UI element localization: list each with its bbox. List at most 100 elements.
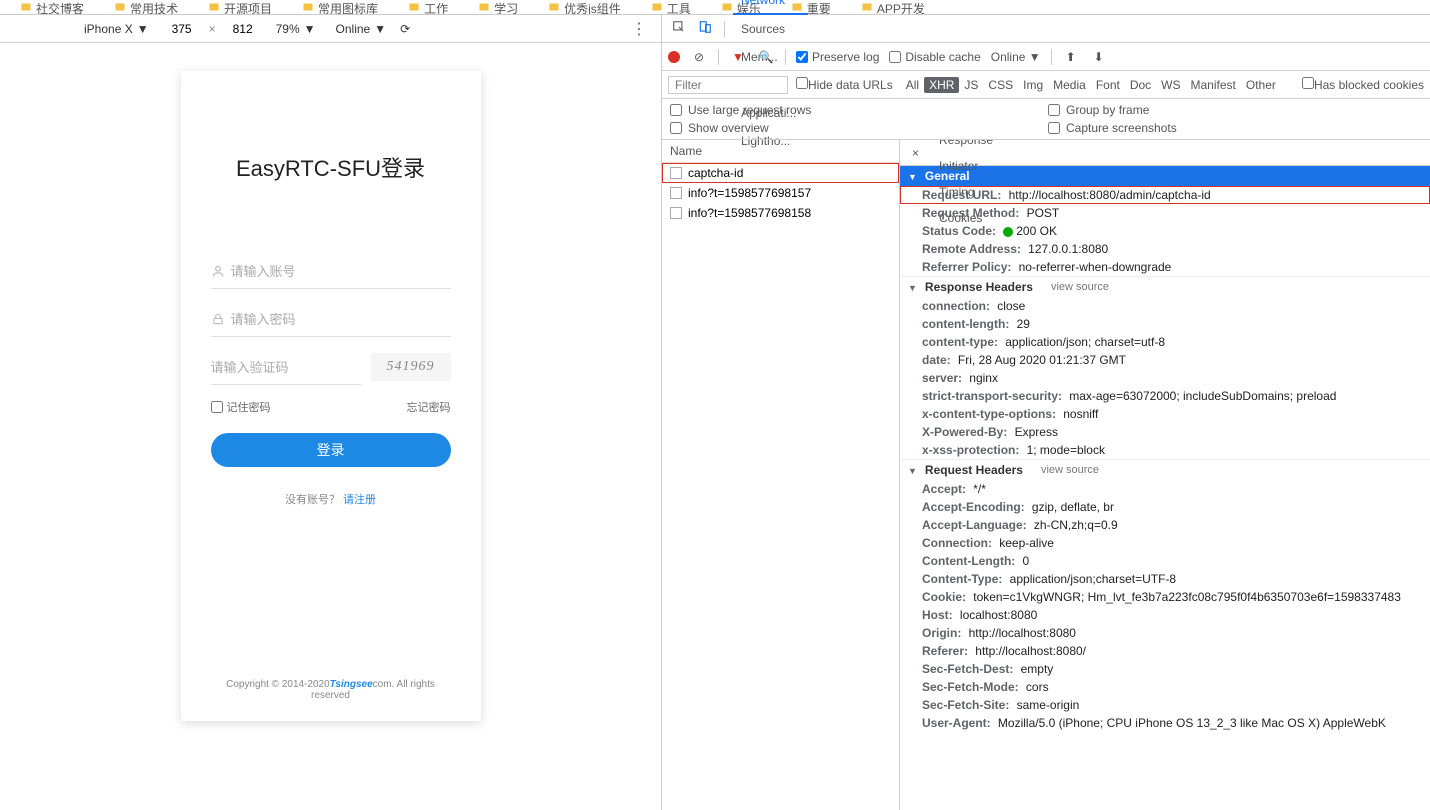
header-row: Accept: */* xyxy=(900,480,1430,498)
view-source-link[interactable]: view source xyxy=(1051,281,1109,293)
header-row: X-Powered-By: Express xyxy=(900,423,1430,441)
devtools-panel: Eleme...Cons...Performa...NetworkSources… xyxy=(662,15,1430,810)
throttle-select[interactable]: Online ▼ xyxy=(330,22,393,36)
zoom-select[interactable]: 79% ▼ xyxy=(270,22,322,36)
header-row: Accept-Language: zh-CN,zh;q=0.9 xyxy=(900,516,1430,534)
login-form: EasyRTC-SFU登录 请输入账号 请输入密码 请输入验证码 541969 xyxy=(181,71,481,721)
captcha-image[interactable]: 541969 xyxy=(371,353,451,381)
view-source-link[interactable]: view source xyxy=(1041,464,1099,476)
forgot-link[interactable]: 忘记密码 xyxy=(407,399,451,415)
filter-type[interactable]: Manifest xyxy=(1186,77,1241,93)
login-button[interactable]: 登录 xyxy=(211,433,451,467)
request-list: Name captcha-idinfo?t=1598577698157info?… xyxy=(662,140,900,810)
password-input[interactable]: 请输入密码 xyxy=(211,301,451,337)
request-list-header: Name xyxy=(662,140,899,163)
bookmark-item[interactable]: 社交博客 xyxy=(20,0,84,14)
filter-type[interactable]: Doc xyxy=(1125,77,1156,93)
disable-cache-checkbox[interactable]: Disable cache xyxy=(889,50,980,64)
filter-type[interactable]: JS xyxy=(959,77,983,93)
filter-type[interactable]: Font xyxy=(1091,77,1125,93)
device-width-input[interactable] xyxy=(163,22,201,36)
blocked-cookies-checkbox[interactable]: Has blocked cookies xyxy=(1302,77,1424,92)
device-mode-icon[interactable] xyxy=(694,20,716,37)
device-height-input[interactable] xyxy=(224,22,262,36)
section-response[interactable]: Response Headersview source xyxy=(900,276,1430,297)
header-row: Status Code: 200 OK xyxy=(900,222,1430,240)
remember-checkbox[interactable]: 记住密码 xyxy=(211,399,271,415)
header-row: Cookie: token=c1VkgWNGR; Hm_lvt_fe3b7a22… xyxy=(900,588,1430,606)
download-icon[interactable]: ⬇ xyxy=(1090,50,1108,64)
login-title: EasyRTC-SFU登录 xyxy=(211,151,451,183)
filter-type[interactable]: Media xyxy=(1048,77,1091,93)
request-row[interactable]: info?t=1598577698158 xyxy=(662,203,899,223)
bookmark-item[interactable]: 工具 xyxy=(651,0,691,14)
header-row: content-length: 29 xyxy=(900,315,1430,333)
header-row: Remote Address: 127.0.0.1:8080 xyxy=(900,240,1430,258)
rotate-icon[interactable]: ⟳ xyxy=(400,22,410,36)
bookmark-item[interactable]: 优秀js组件 xyxy=(548,0,621,14)
header-row: Accept-Encoding: gzip, deflate, br xyxy=(900,498,1430,516)
group-frame-checkbox[interactable]: Group by frame xyxy=(1048,103,1422,117)
network-options: Use large request rows Group by frame Sh… xyxy=(662,99,1430,140)
bookmark-item[interactable]: 常用图标库 xyxy=(302,0,378,14)
filter-type[interactable]: Other xyxy=(1241,77,1281,93)
detail-tabs: × HeadersPreviewResponseInitiatorTimingC… xyxy=(900,140,1430,166)
filter-icon[interactable]: ▼ xyxy=(729,50,747,64)
search-icon[interactable]: 🔍 xyxy=(757,50,775,64)
bookmark-item[interactable]: 学习 xyxy=(478,0,518,14)
show-overview-checkbox[interactable]: Show overview xyxy=(670,121,1044,135)
device-select[interactable]: iPhone X ▼ xyxy=(78,22,155,36)
header-row: Sec-Fetch-Mode: cors xyxy=(900,678,1430,696)
filter-type[interactable]: Img xyxy=(1018,77,1048,93)
section-request[interactable]: Request Headersview source xyxy=(900,459,1430,480)
inspect-icon[interactable] xyxy=(668,20,690,37)
register-link[interactable]: 请注册 xyxy=(343,494,376,506)
bookmark-item[interactable]: APP开发 xyxy=(861,0,925,14)
header-row: Content-Length: 0 xyxy=(900,552,1430,570)
header-row: Request Method: POST xyxy=(900,204,1430,222)
header-row: Connection: keep-alive xyxy=(900,534,1430,552)
header-row: Origin: http://localhost:8080 xyxy=(900,624,1430,642)
header-row: Sec-Fetch-Site: same-origin xyxy=(900,696,1430,714)
device-panel: iPhone X ▼ × 79% ▼ Online ▼ ⟳ ⋮ EasyRTC-… xyxy=(0,15,662,810)
online-select[interactable]: Online ▼ xyxy=(991,50,1041,64)
request-type-icon xyxy=(670,187,682,199)
bookmark-item[interactable]: 常用技术 xyxy=(114,0,178,14)
devtools-tab[interactable]: Network xyxy=(733,0,808,15)
filter-bar: Hide data URLs AllXHRJSCSSImgMediaFontDo… xyxy=(662,71,1430,99)
header-row: Host: localhost:8080 xyxy=(900,606,1430,624)
bookmarks-bar: 社交博客常用技术开源项目常用图标库工作学习优秀js组件工具娱乐重要APP开发 xyxy=(0,0,1430,14)
header-row: Referer: http://localhost:8080/ xyxy=(900,642,1430,660)
filter-type[interactable]: XHR xyxy=(924,77,959,93)
header-row: Request URL: http://localhost:8080/admin… xyxy=(900,186,1430,204)
header-row: content-type: application/json; charset=… xyxy=(900,333,1430,351)
request-row[interactable]: captcha-id xyxy=(662,163,899,183)
close-detail-icon[interactable]: × xyxy=(904,146,927,160)
header-row: server: nginx xyxy=(900,369,1430,387)
header-row: Referrer Policy: no-referrer-when-downgr… xyxy=(900,258,1430,276)
devtools-tabs: Eleme...Cons...Performa...NetworkSources… xyxy=(662,15,1430,43)
detail-tab[interactable]: Response xyxy=(929,140,1003,153)
record-button[interactable] xyxy=(668,51,680,63)
bookmark-item[interactable]: 开源项目 xyxy=(208,0,272,14)
filter-type[interactable]: CSS xyxy=(983,77,1018,93)
capture-screenshots-checkbox[interactable]: Capture screenshots xyxy=(1048,121,1422,135)
request-row[interactable]: info?t=1598577698157 xyxy=(662,183,899,203)
bookmark-item[interactable]: 工作 xyxy=(408,0,448,14)
filter-input[interactable] xyxy=(668,76,788,94)
preserve-log-checkbox[interactable]: Preserve log xyxy=(796,50,879,64)
filter-type[interactable]: WS xyxy=(1156,77,1185,93)
request-type-icon xyxy=(670,167,682,179)
device-menu-icon[interactable]: ⋮ xyxy=(627,19,651,39)
captcha-input[interactable]: 请输入验证码 xyxy=(211,349,361,385)
username-input[interactable]: 请输入账号 xyxy=(211,253,451,289)
devtools-tab[interactable]: Sources xyxy=(733,15,808,43)
network-controls: ⊘ ▼ 🔍 Preserve log Disable cache Online … xyxy=(662,43,1430,71)
filter-type[interactable]: All xyxy=(901,77,924,93)
hide-data-urls-checkbox[interactable]: Hide data URLs xyxy=(796,77,893,92)
header-row: x-content-type-options: nosniff xyxy=(900,405,1430,423)
header-row: User-Agent: Mozilla/5.0 (iPhone; CPU iPh… xyxy=(900,714,1430,732)
clear-icon[interactable]: ⊘ xyxy=(690,50,708,64)
large-rows-checkbox[interactable]: Use large request rows xyxy=(670,103,1044,117)
upload-icon[interactable]: ⬆ xyxy=(1062,50,1080,64)
